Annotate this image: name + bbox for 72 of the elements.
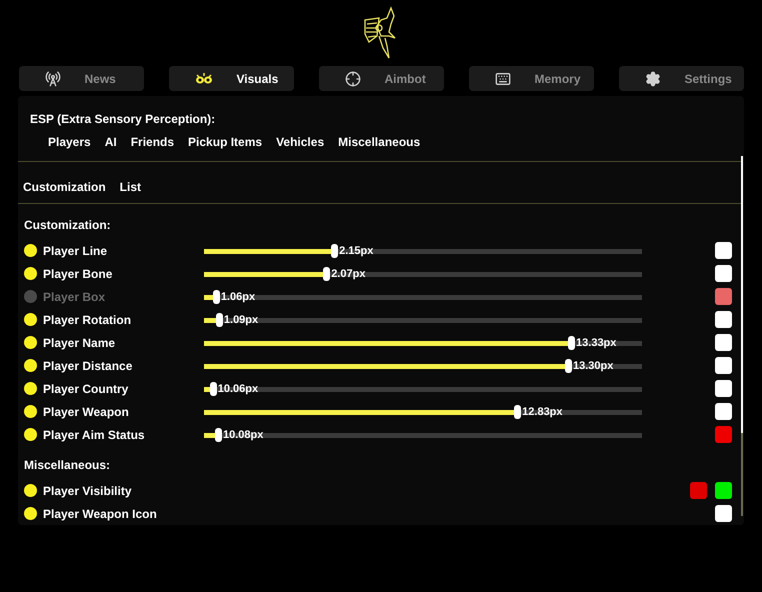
option-label: Player Visibility [43,482,132,500]
slider[interactable]: 10.08px [204,428,642,442]
slider[interactable]: 2.15px [204,244,642,258]
category-tab[interactable]: Vehicles [276,133,324,151]
slider[interactable]: 13.33px [204,336,642,350]
slider[interactable]: 12.83px [204,404,642,418]
color-swatch[interactable] [715,357,732,374]
option-label: Player Weapon Icon [43,506,157,522]
slider-value: 13.33px [576,336,616,350]
color-swatch[interactable] [690,482,707,499]
crosshair-icon [344,70,360,86]
slider-thumb[interactable] [215,428,222,442]
slider-thumb[interactable] [564,358,572,372]
option-label: Player Line [43,242,108,260]
slider-thumb[interactable] [216,312,223,326]
category-tab[interactable]: AI [104,133,117,151]
scrollbar[interactable] [741,156,743,516]
option-label: Player Aim Status [43,426,145,444]
slider-value: 1.09px [224,312,258,326]
slider-thumb[interactable] [210,382,217,396]
option-label: Player Rotation [43,312,132,328]
category-tab[interactable]: Friends [130,133,174,151]
color-swatch[interactable] [715,380,732,397]
settings-icon [644,70,660,86]
slider-value: 2.15px [339,244,374,258]
slider-value: 1.06px [220,290,256,304]
category-tab[interactable]: Players [48,133,91,151]
color-swatch[interactable] [715,311,732,328]
color-swatch[interactable] [715,288,732,305]
sub-tab[interactable]: Customization [23,178,106,196]
option-label: Player Distance [43,358,132,374]
color-swatch[interactable] [715,505,732,522]
section-heading: Customization: [24,217,112,234]
sub-tab[interactable]: List [120,178,142,196]
slider[interactable]: 13.30px [204,358,642,372]
color-swatch[interactable] [715,426,732,443]
category-tab[interactable]: Miscellaneous [338,133,420,151]
color-swatch[interactable] [715,334,732,351]
slider-thumb[interactable] [212,290,220,304]
tab[interactable]: Memory [468,66,594,91]
tab[interactable]: News [18,66,144,91]
color-swatch[interactable] [715,482,732,499]
option-label: Player Bone [43,266,112,282]
slider-thumb[interactable] [568,336,576,350]
option-label: Player Weapon [43,404,129,420]
slider[interactable]: 2.07px [204,266,642,280]
keyboard-icon [494,70,510,86]
slider[interactable]: 10.06px [204,382,642,396]
slider-thumb[interactable] [514,404,522,418]
section-title: ESP (Extra Sensory Perception): [30,111,216,128]
eyes-icon [194,72,212,84]
color-swatch[interactable] [715,403,732,420]
tab[interactable]: Visuals [168,66,294,91]
color-swatch[interactable] [715,242,732,259]
tab[interactable]: Aimbot [318,66,444,91]
option-label: Player Country [43,380,128,398]
slider-thumb[interactable] [323,266,330,280]
slider[interactable]: 1.09px [204,312,642,326]
color-swatch[interactable] [715,265,732,282]
slider-value: 10.08px [223,428,264,442]
slider-value: 2.07px [331,266,366,280]
slider-value: 13.30px [572,358,614,372]
slider-value: 10.06px [218,382,258,396]
option-label: Player Name [43,334,116,352]
category-tab[interactable]: Pickup Items [188,133,262,151]
antenna-icon [44,70,60,86]
section-heading: Miscellaneous: [24,457,112,474]
slider[interactable]: 1.06px [204,290,642,304]
option-label: Player Box [43,288,106,306]
slider-thumb[interactable] [331,244,338,258]
slider-value: 12.83px [522,404,563,418]
tab[interactable]: Settings [618,66,744,91]
